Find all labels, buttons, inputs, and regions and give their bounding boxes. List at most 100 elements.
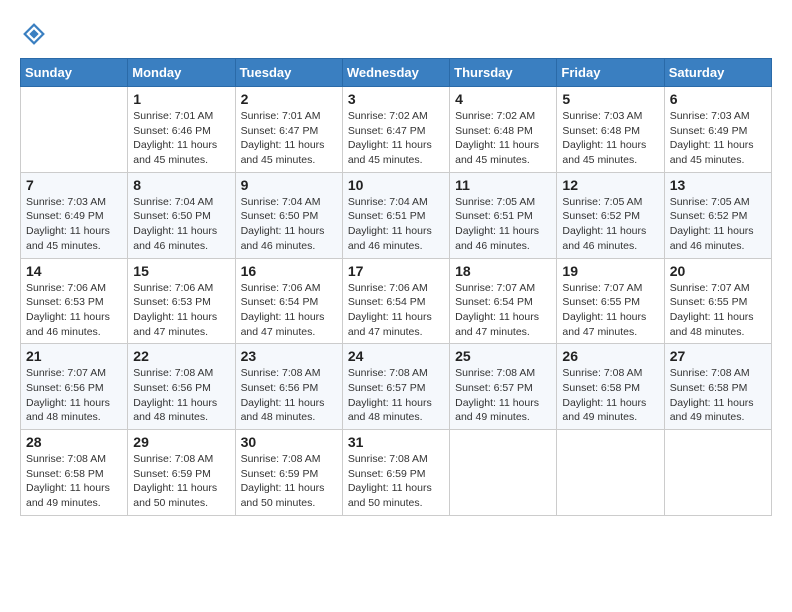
calendar-cell: 26Sunrise: 7:08 AM Sunset: 6:58 PM Dayli…	[557, 344, 664, 430]
calendar-cell: 9 Sunrise: 7:04 AM Sunset: 6:50 PM Daylig…	[235, 172, 342, 258]
calendar-cell: 17 Sunrise: 7:06 AM Sunset: 6:54 PM Dayli…	[342, 258, 449, 344]
day-number: 22	[133, 348, 229, 364]
day-number: 5	[562, 91, 658, 107]
calendar-cell: 14Sunrise: 7:06 AM Sunset: 6:53 PM Dayli…	[21, 258, 128, 344]
day-info: Sunrise: 7:05 AM Sunset: 6:52 PM Dayligh…	[670, 195, 766, 254]
calendar-cell: 12 Sunrise: 7:05 AM Sunset: 6:52 PM Dayli…	[557, 172, 664, 258]
day-info: Sunrise: 7:08 AM Sunset: 6:58 PM Dayligh…	[670, 366, 766, 425]
calendar-cell: 2Sunrise: 7:01 AM Sunset: 6:47 PM Daylig…	[235, 87, 342, 173]
day-number: 3	[348, 91, 444, 107]
calendar-cell: 22 Sunrise: 7:08 AM Sunset: 6:56 PM Dayli…	[128, 344, 235, 430]
day-info: Sunrise: 7:04 AM Sunset: 6:51 PM Dayligh…	[348, 195, 444, 254]
day-info: Sunrise: 7:07 AM Sunset: 6:55 PM Dayligh…	[670, 281, 766, 340]
calendar-cell: 31Sunrise: 7:08 AM Sunset: 6:59 PM Dayli…	[342, 430, 449, 516]
day-info: Sunrise: 7:01 AM Sunset: 6:46 PM Dayligh…	[133, 109, 229, 168]
calendar-cell: 7 Sunrise: 7:03 AM Sunset: 6:49 PM Daylig…	[21, 172, 128, 258]
day-number: 13	[670, 177, 766, 193]
calendar-cell: 8 Sunrise: 7:04 AM Sunset: 6:50 PM Daylig…	[128, 172, 235, 258]
day-number: 19	[562, 263, 658, 279]
header-day-tuesday: Tuesday	[235, 59, 342, 87]
calendar-cell: 20 Sunrise: 7:07 AM Sunset: 6:55 PM Dayli…	[664, 258, 771, 344]
calendar-cell: 18 Sunrise: 7:07 AM Sunset: 6:54 PM Dayli…	[450, 258, 557, 344]
day-info: Sunrise: 7:08 AM Sunset: 6:57 PM Dayligh…	[348, 366, 444, 425]
day-number: 15	[133, 263, 229, 279]
day-number: 12	[562, 177, 658, 193]
day-info: Sunrise: 7:07 AM Sunset: 6:54 PM Dayligh…	[455, 281, 551, 340]
day-number: 18	[455, 263, 551, 279]
day-number: 7	[26, 177, 122, 193]
day-number: 16	[241, 263, 337, 279]
day-info: Sunrise: 7:04 AM Sunset: 6:50 PM Dayligh…	[133, 195, 229, 254]
calendar-cell: 24 Sunrise: 7:08 AM Sunset: 6:57 PM Dayli…	[342, 344, 449, 430]
day-info: Sunrise: 7:02 AM Sunset: 6:47 PM Dayligh…	[348, 109, 444, 168]
day-info: Sunrise: 7:05 AM Sunset: 6:52 PM Dayligh…	[562, 195, 658, 254]
calendar-cell: 16Sunrise: 7:06 AM Sunset: 6:54 PM Dayli…	[235, 258, 342, 344]
day-info: Sunrise: 7:08 AM Sunset: 6:59 PM Dayligh…	[348, 452, 444, 511]
day-number: 29	[133, 434, 229, 450]
calendar-cell: 4Sunrise: 7:02 AM Sunset: 6:48 PM Daylig…	[450, 87, 557, 173]
day-number: 27	[670, 348, 766, 364]
day-number: 25	[455, 348, 551, 364]
calendar-cell	[450, 430, 557, 516]
day-number: 9	[241, 177, 337, 193]
day-info: Sunrise: 7:03 AM Sunset: 6:49 PM Dayligh…	[26, 195, 122, 254]
day-info: Sunrise: 7:06 AM Sunset: 6:53 PM Dayligh…	[26, 281, 122, 340]
day-number: 20	[670, 263, 766, 279]
calendar-table: SundayMondayTuesdayWednesdayThursdayFrid…	[20, 58, 772, 516]
calendar-cell	[664, 430, 771, 516]
calendar-cell: 3 Sunrise: 7:02 AM Sunset: 6:47 PM Daylig…	[342, 87, 449, 173]
header-day-monday: Monday	[128, 59, 235, 87]
day-info: Sunrise: 7:08 AM Sunset: 6:59 PM Dayligh…	[133, 452, 229, 511]
calendar-cell: 19 Sunrise: 7:07 AM Sunset: 6:55 PM Dayli…	[557, 258, 664, 344]
day-info: Sunrise: 7:03 AM Sunset: 6:49 PM Dayligh…	[670, 109, 766, 168]
calendar-cell: 21 Sunrise: 7:07 AM Sunset: 6:56 PM Dayli…	[21, 344, 128, 430]
day-info: Sunrise: 7:08 AM Sunset: 6:56 PM Dayligh…	[241, 366, 337, 425]
day-info: Sunrise: 7:01 AM Sunset: 6:47 PM Dayligh…	[241, 109, 337, 168]
week-row-4: 21 Sunrise: 7:07 AM Sunset: 6:56 PM Dayli…	[21, 344, 772, 430]
calendar-cell: 5 Sunrise: 7:03 AM Sunset: 6:48 PM Daylig…	[557, 87, 664, 173]
calendar-cell	[21, 87, 128, 173]
calendar-cell: 30Sunrise: 7:08 AM Sunset: 6:59 PM Dayli…	[235, 430, 342, 516]
week-row-5: 28Sunrise: 7:08 AM Sunset: 6:58 PM Dayli…	[21, 430, 772, 516]
logo	[20, 20, 52, 48]
day-info: Sunrise: 7:06 AM Sunset: 6:53 PM Dayligh…	[133, 281, 229, 340]
day-info: Sunrise: 7:08 AM Sunset: 6:57 PM Dayligh…	[455, 366, 551, 425]
calendar-cell: 28Sunrise: 7:08 AM Sunset: 6:58 PM Dayli…	[21, 430, 128, 516]
day-info: Sunrise: 7:04 AM Sunset: 6:50 PM Dayligh…	[241, 195, 337, 254]
day-info: Sunrise: 7:03 AM Sunset: 6:48 PM Dayligh…	[562, 109, 658, 168]
day-number: 17	[348, 263, 444, 279]
header-day-thursday: Thursday	[450, 59, 557, 87]
calendar-cell	[557, 430, 664, 516]
day-number: 24	[348, 348, 444, 364]
day-info: Sunrise: 7:08 AM Sunset: 6:58 PM Dayligh…	[562, 366, 658, 425]
calendar-cell: 25 Sunrise: 7:08 AM Sunset: 6:57 PM Dayli…	[450, 344, 557, 430]
day-info: Sunrise: 7:06 AM Sunset: 6:54 PM Dayligh…	[348, 281, 444, 340]
day-number: 21	[26, 348, 122, 364]
week-row-3: 14Sunrise: 7:06 AM Sunset: 6:53 PM Dayli…	[21, 258, 772, 344]
calendar-cell: 15 Sunrise: 7:06 AM Sunset: 6:53 PM Dayli…	[128, 258, 235, 344]
calendar-cell: 27 Sunrise: 7:08 AM Sunset: 6:58 PM Dayli…	[664, 344, 771, 430]
day-number: 6	[670, 91, 766, 107]
day-info: Sunrise: 7:07 AM Sunset: 6:55 PM Dayligh…	[562, 281, 658, 340]
header-day-friday: Friday	[557, 59, 664, 87]
day-info: Sunrise: 7:08 AM Sunset: 6:56 PM Dayligh…	[133, 366, 229, 425]
page-header	[20, 20, 772, 48]
calendar-cell: 29 Sunrise: 7:08 AM Sunset: 6:59 PM Dayli…	[128, 430, 235, 516]
day-number: 23	[241, 348, 337, 364]
week-row-2: 7 Sunrise: 7:03 AM Sunset: 6:49 PM Daylig…	[21, 172, 772, 258]
day-number: 8	[133, 177, 229, 193]
calendar-cell: 13 Sunrise: 7:05 AM Sunset: 6:52 PM Dayli…	[664, 172, 771, 258]
day-info: Sunrise: 7:05 AM Sunset: 6:51 PM Dayligh…	[455, 195, 551, 254]
day-number: 30	[241, 434, 337, 450]
calendar-cell: 10 Sunrise: 7:04 AM Sunset: 6:51 PM Dayli…	[342, 172, 449, 258]
calendar-cell: 6 Sunrise: 7:03 AM Sunset: 6:49 PM Daylig…	[664, 87, 771, 173]
calendar-cell: 23 Sunrise: 7:08 AM Sunset: 6:56 PM Dayli…	[235, 344, 342, 430]
header-day-sunday: Sunday	[21, 59, 128, 87]
day-number: 10	[348, 177, 444, 193]
day-number: 1	[133, 91, 229, 107]
week-row-1: 1 Sunrise: 7:01 AM Sunset: 6:46 PM Daylig…	[21, 87, 772, 173]
header-row: SundayMondayTuesdayWednesdayThursdayFrid…	[21, 59, 772, 87]
header-day-wednesday: Wednesday	[342, 59, 449, 87]
calendar-cell: 11Sunrise: 7:05 AM Sunset: 6:51 PM Dayli…	[450, 172, 557, 258]
day-info: Sunrise: 7:07 AM Sunset: 6:56 PM Dayligh…	[26, 366, 122, 425]
